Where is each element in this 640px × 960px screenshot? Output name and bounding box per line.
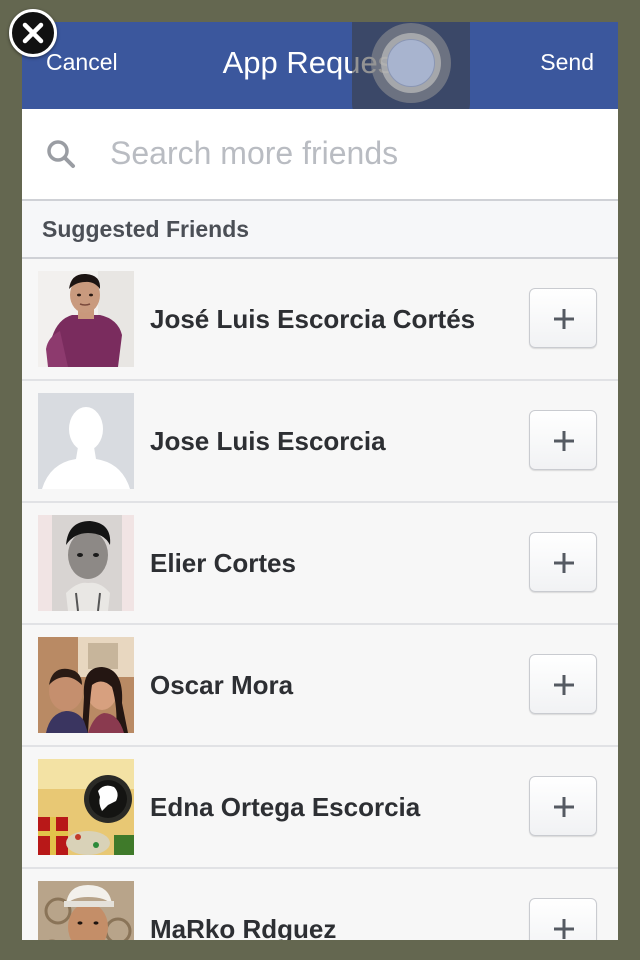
plus-icon: [554, 919, 574, 939]
friend-name: Edna Ortega Escorcia: [150, 792, 421, 822]
friend-row[interactable]: MaRko Rdguez: [22, 869, 618, 940]
avatar: [38, 637, 134, 733]
close-icon: [22, 22, 44, 44]
avatar: [38, 271, 134, 367]
friend-row[interactable]: José Luis Escorcia Cortés: [22, 259, 618, 381]
search-bar: [22, 109, 618, 201]
app-requests-dialog: Cancel App Requests Send Suggested Frien…: [22, 22, 618, 940]
add-friend-button[interactable]: [529, 898, 597, 940]
avatar: [38, 881, 134, 940]
avatar: [38, 393, 134, 489]
send-button[interactable]: Send: [540, 49, 594, 76]
friend-name: MaRko Rdguez: [150, 914, 337, 940]
plus-icon: [554, 553, 574, 573]
add-friend-button[interactable]: [529, 532, 597, 592]
plus-icon: [554, 797, 574, 817]
friend-row[interactable]: Jose Luis Escorcia: [22, 381, 618, 503]
add-friend-button[interactable]: [529, 654, 597, 714]
friend-row[interactable]: Elier Cortes: [22, 503, 618, 625]
friend-name: Elier Cortes: [150, 548, 296, 578]
dialog-header: Cancel App Requests Send: [22, 22, 618, 122]
plus-icon: [554, 431, 574, 451]
friend-name: José Luis Escorcia Cortés: [150, 304, 476, 334]
dialog-title: App Requests: [222, 45, 418, 80]
close-dialog-button[interactable]: [9, 9, 57, 57]
add-friend-button[interactable]: [529, 776, 597, 836]
add-friend-button[interactable]: [529, 288, 597, 348]
friend-row[interactable]: Edna Ortega Escorcia: [22, 747, 618, 869]
plus-icon: [554, 309, 574, 329]
friend-name: Oscar Mora: [150, 670, 294, 700]
friend-row[interactable]: Oscar Mora: [22, 625, 618, 747]
avatar: [38, 515, 134, 611]
search-icon: [47, 140, 75, 168]
friends-list: José Luis Escorcia Cortés Jose Luis Esco…: [22, 259, 618, 940]
section-label: Suggested Friends: [42, 216, 250, 242]
add-friend-button[interactable]: [529, 410, 597, 470]
friend-name: Jose Luis Escorcia: [150, 426, 386, 456]
search-input[interactable]: [110, 129, 590, 177]
plus-icon: [554, 675, 574, 695]
suggested-friends-header: Suggested Friends: [22, 201, 618, 259]
avatar: [38, 759, 134, 855]
touch-indicator: [352, 22, 470, 122]
